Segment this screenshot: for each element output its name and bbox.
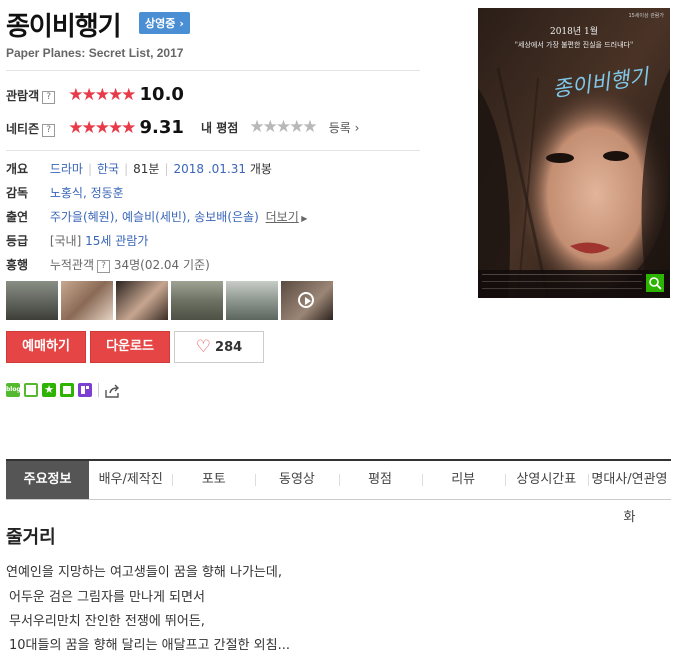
netizen-score: 9.31: [139, 117, 184, 138]
netizen-label: 네티즌: [6, 122, 40, 136]
my-rating-stars[interactable]: ★★★★★: [249, 117, 317, 137]
movie-subtitle: Paper Planes: Secret List, 2017: [6, 46, 184, 60]
tab-quotes-related[interactable]: 명대사/연관영화: [587, 461, 671, 525]
register-link[interactable]: 등록 ›: [329, 121, 360, 135]
netizen-rating: 네티즌? ★★★★★ 9.31: [6, 117, 184, 138]
tab-showtimes[interactable]: 상영시간표: [504, 461, 588, 499]
memo-icon[interactable]: [60, 383, 74, 397]
director-row: 감독 노홍식, 정동훈: [6, 184, 124, 201]
movie-poster[interactable]: 2018년 1월 "세상에서 가장 불편한 진실을 드러내다" 종이비행기 15…: [478, 8, 670, 299]
boxoffice-prefix: 누적관객: [49, 258, 94, 272]
poster-credits-line: [482, 274, 642, 275]
still-thumbnail[interactable]: [61, 281, 113, 320]
help-icon[interactable]: ?: [97, 260, 110, 273]
cast-label: 출연: [6, 210, 29, 224]
thumbnail-strip: [6, 281, 336, 320]
tab-photo[interactable]: 포토: [172, 461, 255, 499]
country-link[interactable]: 한국: [97, 162, 119, 176]
audience-stars: ★★★★★: [68, 85, 136, 105]
my-rating-label: 내 평점: [201, 121, 239, 135]
synopsis-line: 연예인을 지망하는 여고생들이 꿈을 향해 나가는데,: [6, 565, 282, 580]
still-thumbnail[interactable]: [171, 281, 223, 320]
grade-prefix: [국내]: [49, 234, 82, 248]
release-suffix: 개봉: [249, 162, 272, 176]
still-thumbnail[interactable]: [226, 281, 278, 320]
boxoffice-row: 흥행 누적관객? 34명(02.04 기준): [6, 256, 210, 273]
poster-credits-line: [482, 281, 642, 282]
more-link[interactable]: 더보기: [266, 210, 299, 224]
poster-credits-line: [482, 288, 642, 289]
like-count: 284: [215, 340, 243, 355]
bookmark-star-icon[interactable]: ★: [42, 383, 56, 397]
reserve-button[interactable]: 예매하기: [6, 331, 86, 363]
director-links[interactable]: 노홍식, 정동훈: [50, 186, 124, 200]
tab-bar: 주요정보 배우/제작진 포토 동영상 평점 리뷰 상영시간표 명대사/연관영화: [6, 459, 671, 525]
divider: [6, 150, 420, 151]
help-icon[interactable]: ?: [42, 91, 56, 104]
movie-title: 종이비행기: [6, 12, 122, 42]
grade-row: 등급 [국내] 15세 관람가: [6, 232, 148, 249]
divider: [6, 70, 420, 71]
still-thumbnail[interactable]: [6, 281, 58, 320]
runtime: 81분: [133, 162, 160, 176]
boxoffice-label: 흥행: [6, 258, 29, 272]
poster-rating: 15세이상 관람가: [628, 13, 664, 19]
poster-date: 2018년 1월: [549, 27, 599, 37]
audience-score: 10.0: [139, 84, 184, 105]
synopsis-title: 줄거리: [6, 527, 56, 548]
synopsis-line: 어두운 검은 그림자를 만나게 되면서: [9, 590, 205, 605]
post-icon[interactable]: [78, 383, 92, 397]
status-badge[interactable]: 상영중: [139, 12, 190, 34]
overview-label: 개요: [6, 162, 29, 176]
overview-row: 개요 드라마 | 한국 | 81분 | 2018 .01.31 개봉: [6, 162, 272, 176]
cast-row: 출연 주가을(혜원), 예슬비(세빈), 송보배(은솔) 더보기 ▶: [6, 210, 308, 224]
netizen-stars: ★★★★★: [68, 118, 136, 138]
poster-tagline: "세상에서 가장 불편한 진실을 드러내다": [514, 41, 634, 49]
grade-label: 등급: [6, 234, 29, 248]
blog-icon[interactable]: blog: [6, 383, 21, 397]
video-thumbnail[interactable]: [281, 281, 333, 320]
tab-cast-crew[interactable]: 배우/제작진: [89, 461, 172, 499]
tab-video[interactable]: 동영상: [255, 461, 338, 499]
cast-links[interactable]: 주가을(혜원), 예슬비(세빈), 송보배(은솔): [50, 210, 259, 224]
synopsis-line: 무서우리만치 잔인한 전쟁에 뛰어든,: [9, 614, 205, 629]
my-rating: 내 평점 ★★★★★ 등록 ›: [201, 117, 359, 137]
share-icon[interactable]: [105, 383, 119, 398]
download-button[interactable]: 다운로드: [90, 331, 170, 363]
help-icon[interactable]: ?: [42, 124, 56, 137]
tab-rating[interactable]: 평점: [338, 461, 422, 499]
tab-main-info[interactable]: 주요정보: [6, 461, 90, 499]
heart-icon: ♡: [195, 337, 212, 357]
genre-link[interactable]: 드라마: [50, 162, 83, 176]
synopsis-line: 10대들의 꿈을 향해 달리는 애달프고 간절한 외침...: [9, 638, 290, 653]
tab-review[interactable]: 리뷰: [421, 461, 505, 499]
share-icons: blog ★: [6, 383, 123, 402]
cafe-icon[interactable]: [24, 383, 38, 397]
boxoffice-value: 34명(02.04 기준): [113, 258, 210, 272]
audience-label: 관람객: [6, 89, 40, 103]
like-button[interactable]: ♡ 284: [174, 331, 264, 363]
still-thumbnail[interactable]: [116, 281, 168, 320]
audience-rating: 관람객? ★★★★★ 10.0: [6, 84, 184, 105]
grade-link[interactable]: 15세 관람가: [85, 234, 148, 248]
play-icon: [298, 292, 314, 308]
director-label: 감독: [6, 186, 29, 200]
release-date-link[interactable]: 2018 .01.31: [174, 162, 247, 176]
